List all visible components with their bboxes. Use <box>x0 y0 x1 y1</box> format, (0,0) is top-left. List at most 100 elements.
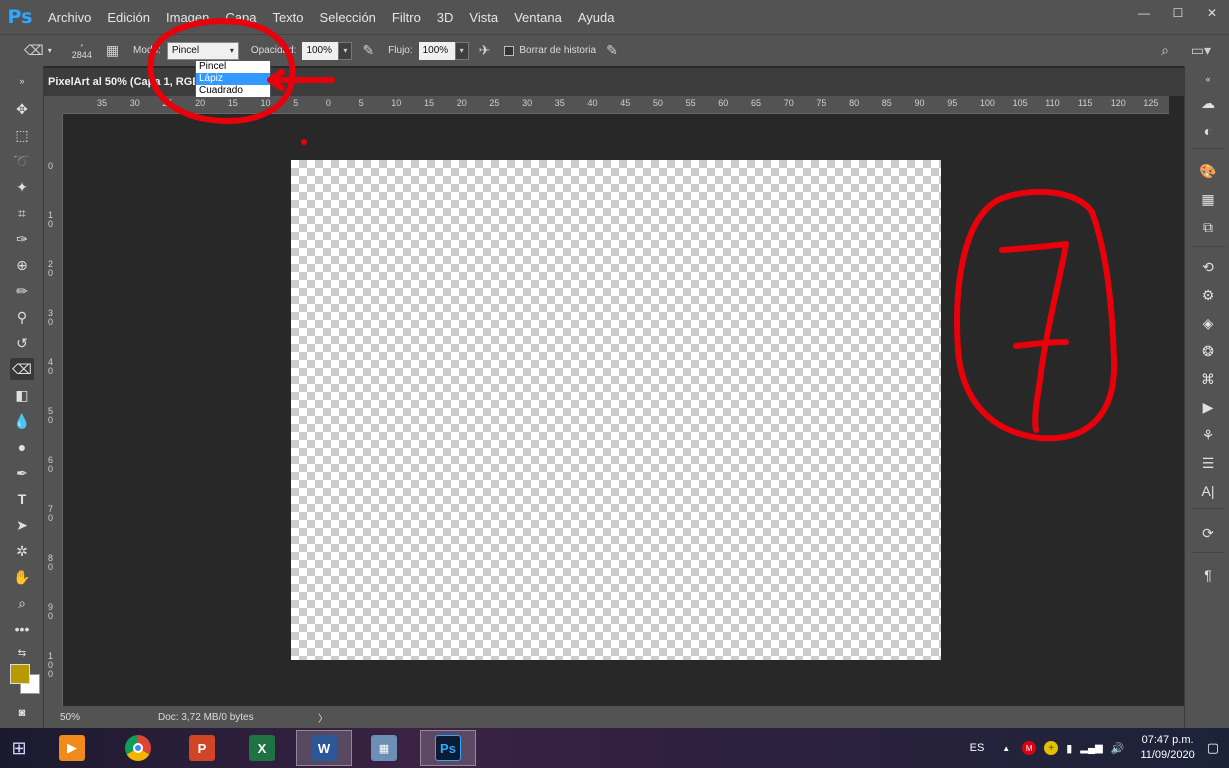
paths-icon[interactable]: ⌘ <box>1197 368 1219 390</box>
color-palette-icon[interactable]: 🎨 <box>1197 160 1219 182</box>
brush-panel-toggle[interactable]: ▦ <box>106 42 119 59</box>
mode-option-cuadrado[interactable]: Cuadrado <box>196 85 270 97</box>
history-brush-tool-icon[interactable]: ↺ <box>10 332 34 354</box>
zoom-tool-icon[interactable]: ⌕ <box>10 592 34 614</box>
pressure-opacity-icon[interactable]: ✎ <box>362 42 374 59</box>
timeline-play-icon[interactable]: ▶ <box>1197 396 1219 418</box>
custom-shape-tool-icon[interactable]: ✲ <box>10 540 34 562</box>
taskbar-chrome[interactable] <box>110 730 166 766</box>
checkbox-box[interactable] <box>504 45 515 56</box>
adjustments-icon[interactable]: ◐ <box>1197 120 1219 142</box>
maximize-button[interactable]: ☐ <box>1161 0 1195 26</box>
crop-tool-icon[interactable]: ⌗ <box>10 202 34 224</box>
quick-mask-icon[interactable]: ◙ <box>10 702 34 724</box>
eraser-tool-icon[interactable]: ⌫ <box>10 358 34 380</box>
layers-icon[interactable]: ◈ <box>1197 312 1219 334</box>
hand-tool-icon[interactable]: ✋ <box>10 566 34 588</box>
addon-tray-icon[interactable]: + <box>1044 741 1059 755</box>
menu-imagen[interactable]: Imagen <box>158 10 217 25</box>
menu-seleccion[interactable]: Selección <box>312 10 384 25</box>
paragraph-icon[interactable]: ¶ <box>1197 564 1219 586</box>
antivirus-tray-icon[interactable]: M <box>1022 741 1037 755</box>
menu-edicion[interactable]: Edición <box>99 10 158 25</box>
path-selection-tool-icon[interactable]: ➤ <box>10 514 34 536</box>
workspace-switcher-icon[interactable]: ▭▾ <box>1191 42 1211 59</box>
more-tools-icon[interactable]: ••• <box>10 618 34 640</box>
brush-presets-icon[interactable]: ⚘ <box>1197 424 1219 446</box>
tool-preset-picker[interactable]: ⌫ ▾ <box>24 42 52 59</box>
clone-stamp-tool-icon[interactable]: ⚲ <box>10 306 34 328</box>
styles-icon[interactable]: ⧉ <box>1197 216 1219 238</box>
notifications-icon[interactable]: ▢ <box>1207 740 1219 756</box>
properties-icon[interactable]: ☰ <box>1197 452 1219 474</box>
collapse-toolbar-icon[interactable]: » <box>10 70 34 92</box>
status-menu-arrow-icon[interactable]: 〉 <box>318 710 328 725</box>
type-tool-icon[interactable]: T <box>10 488 34 510</box>
marquee-tool-icon[interactable]: ⬚ <box>10 124 34 146</box>
taskbar-photoshop[interactable]: Ps <box>420 730 476 766</box>
opacity-slider-toggle[interactable]: ▾ <box>338 41 353 60</box>
mode-select[interactable]: Pincel ▾ <box>166 41 239 60</box>
mode-option-pincel[interactable]: Pincel <box>196 61 270 73</box>
menu-vista[interactable]: Vista <box>461 10 506 25</box>
pen-tool-icon[interactable]: ✒ <box>10 462 34 484</box>
history-icon[interactable]: ⟲ <box>1197 256 1219 278</box>
start-button[interactable]: ⊞ <box>0 730 38 766</box>
menu-3d[interactable]: 3D <box>429 10 462 25</box>
document-tab[interactable]: PixelArt al 50% (Capa 1, RGB <box>48 68 200 96</box>
dodge-tool-icon[interactable]: ● <box>10 436 34 458</box>
erase-history-checkbox[interactable]: Borrar de historia ✎ <box>504 42 618 59</box>
blur-tool-icon[interactable]: 💧 <box>10 410 34 432</box>
ruler-tick-label: 25 <box>489 98 500 108</box>
airbrush-icon[interactable]: ✈ <box>479 42 491 59</box>
menu-texto[interactable]: Texto <box>264 10 311 25</box>
move-tool-icon[interactable]: ✥ <box>10 98 34 120</box>
menu-ventana[interactable]: Ventana <box>506 10 570 25</box>
ruler-corner[interactable] <box>44 96 63 114</box>
power-tray-icon[interactable]: ▮ <box>1066 742 1072 755</box>
search-icon[interactable]: ⌕ <box>1161 42 1169 59</box>
eyedropper-tool-icon[interactable]: ✑ <box>10 228 34 250</box>
mode-option-lapiz[interactable]: Lápiz <box>196 73 270 85</box>
document-canvas-transparent[interactable] <box>291 160 941 660</box>
swap-colors-icon[interactable]: ⇆ <box>10 642 34 664</box>
healing-brush-tool-icon[interactable]: ⊕ <box>10 254 34 276</box>
language-indicator[interactable]: ES <box>970 742 985 754</box>
mode-dropdown-list: Pincel Lápiz Cuadrado <box>195 60 271 98</box>
menu-archivo[interactable]: Archivo <box>40 10 99 25</box>
taskbar-excel[interactable]: X <box>234 730 290 766</box>
brush-tool-icon[interactable]: ✏ <box>10 280 34 302</box>
gradient-tool-icon[interactable]: ◧ <box>10 384 34 406</box>
channels-icon[interactable]: ❂ <box>1197 340 1219 362</box>
actions-icon[interactable]: ⚙ <box>1197 284 1219 306</box>
navigator-icon[interactable]: ⟳ <box>1197 522 1219 544</box>
zoom-level[interactable]: 50% <box>60 712 120 723</box>
show-hidden-icons-icon[interactable]: ▲ <box>1002 744 1010 753</box>
clock[interactable]: 07:47 p.m. 11/09/2020 <box>1140 733 1194 763</box>
flow-slider-toggle[interactable]: ▾ <box>454 41 469 60</box>
taskbar-media-player[interactable]: ▶ <box>44 730 100 766</box>
lasso-tool-icon[interactable]: ➰ <box>10 150 34 172</box>
collapse-panels-icon[interactable]: « <box>1197 68 1219 90</box>
pressure-size-icon[interactable]: ✎ <box>606 42 618 59</box>
character-icon[interactable]: A| <box>1197 480 1219 502</box>
taskbar-word[interactable]: W <box>296 730 352 766</box>
foreground-color-swatch[interactable] <box>10 664 30 684</box>
vertical-ruler[interactable]: 0 10 20 30 40 50 60 70 80 90 100 <box>44 114 63 706</box>
swatches-icon[interactable]: ▦ <box>1197 188 1219 210</box>
menu-ayuda[interactable]: Ayuda <box>570 10 623 25</box>
magic-wand-tool-icon[interactable]: ✦ <box>10 176 34 198</box>
horizontal-ruler[interactable]: 35 30 25 20 15 10 5 0 5 10 15 20 25 30 35 40 45 50 55 60 65 7… <box>63 96 1169 114</box>
menu-filtro[interactable]: Filtro <box>384 10 429 25</box>
minimize-button[interactable]: — <box>1127 0 1161 26</box>
opacity-input[interactable]: 100% <box>302 41 339 60</box>
taskbar-powerpoint[interactable]: P <box>174 730 230 766</box>
brush-size-picker[interactable]: • 2844 <box>68 41 96 60</box>
volume-icon[interactable]: 🔊 <box>1111 742 1125 755</box>
close-button[interactable]: ✕ <box>1195 0 1229 26</box>
flow-input[interactable]: 100% <box>418 41 455 60</box>
menu-capa[interactable]: Capa <box>217 10 264 25</box>
libraries-icon[interactable]: ☁ <box>1197 92 1219 114</box>
network-icon[interactable]: ▂▄▆ <box>1080 743 1102 754</box>
taskbar-calculator[interactable]: ▦ <box>356 730 412 766</box>
